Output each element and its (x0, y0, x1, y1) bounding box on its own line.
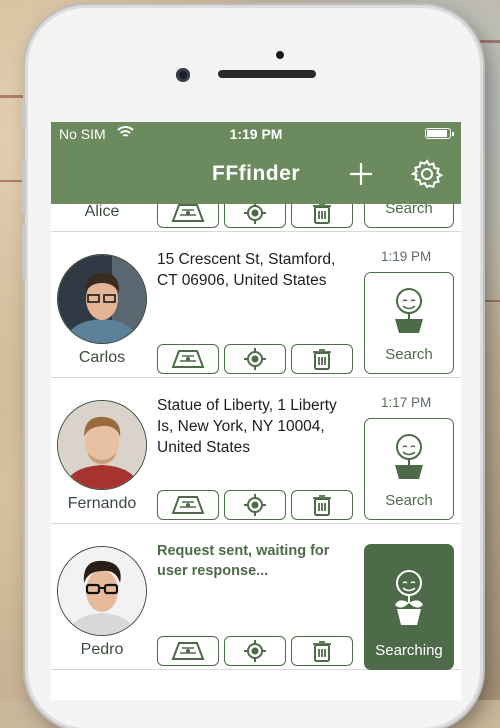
locate-button[interactable] (224, 204, 286, 228)
navigation-bar: FFfinder (51, 146, 461, 204)
search-button[interactable]: Search (364, 418, 454, 520)
gear-icon[interactable] (410, 158, 444, 190)
delete-button[interactable] (291, 344, 353, 374)
delete-button[interactable] (291, 204, 353, 228)
search-label: Search (385, 346, 433, 363)
contact-list[interactable]: Alice Search Carlos 15 Crescent St, Stam… (51, 204, 461, 700)
contact-name: Fernando (67, 495, 137, 512)
app-screen: No SIM 1:19 PM FFfinder Alice Search Car… (51, 122, 461, 700)
delete-button[interactable] (291, 490, 353, 520)
front-camera (176, 68, 190, 82)
search-button[interactable]: Search (364, 204, 454, 228)
map-button[interactable] (157, 636, 219, 666)
search-label: Search (385, 492, 433, 509)
contact-name: Alice (84, 204, 120, 220)
last-update-time: 1:19 PM (381, 249, 432, 264)
status-bar: No SIM 1:19 PM (51, 122, 461, 146)
avatar (57, 254, 147, 344)
battery-icon (425, 128, 454, 139)
contact-row[interactable]: Pedro Request sent, waiting for user res… (51, 524, 461, 670)
earpiece-speaker (218, 70, 316, 78)
search-button[interactable]: Search (364, 272, 454, 374)
map-button[interactable] (157, 344, 219, 374)
search-label: Searching (375, 642, 443, 659)
app-title: FFfinder (212, 162, 300, 185)
last-update-time: 1:17 PM (381, 395, 432, 410)
map-button[interactable] (157, 490, 219, 520)
contact-row[interactable]: Fernando Statue of Liberty, 1 Liberty Is… (51, 378, 461, 524)
contact-address: Statue of Liberty, 1 Liberty Is, New Yor… (157, 397, 337, 456)
contact-address: 15 Crescent St, Stamford, CT 06906, Unit… (157, 251, 336, 289)
locate-button[interactable] (224, 636, 286, 666)
searching-button[interactable]: Searching (364, 544, 454, 670)
proximity-sensor (276, 51, 284, 59)
contact-row[interactable]: Carlos 15 Crescent St, Stamford, CT 0690… (51, 232, 461, 378)
request-status-text: Request sent, waiting for user response.… (157, 543, 330, 579)
contact-row[interactable]: Alice Search (51, 204, 461, 232)
map-button[interactable] (157, 204, 219, 228)
status-time: 1:19 PM (229, 126, 283, 142)
locate-button[interactable] (224, 490, 286, 520)
delete-button[interactable] (291, 636, 353, 666)
avatar (57, 546, 147, 636)
plus-icon[interactable] (347, 160, 375, 188)
contact-name: Carlos (78, 349, 126, 366)
avatar (57, 400, 147, 490)
contact-name: Pedro (80, 641, 124, 658)
search-label: Search (385, 204, 433, 217)
locate-button[interactable] (224, 344, 286, 374)
